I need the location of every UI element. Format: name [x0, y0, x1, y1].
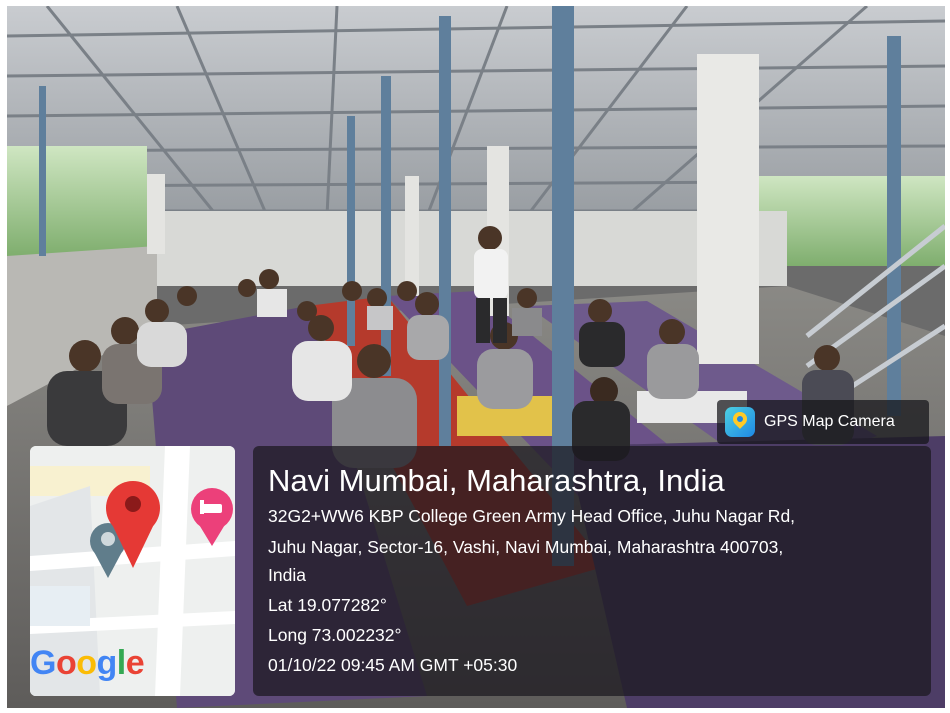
longitude-readout: Long 73.002232° — [268, 625, 402, 645]
map-thumbnail: Google — [30, 446, 235, 696]
address-line-2: Juhu Nagar, Sector-16, Vashi, Navi Mumba… — [268, 537, 784, 557]
gps-map-camera-icon — [725, 407, 755, 437]
datetime-readout: 01/10/22 09:45 AM GMT +05:30 — [268, 655, 518, 675]
address-line-1: 32G2+WW6 KBP College Green Army Head Off… — [268, 506, 796, 526]
app-badge-label: GPS Map Camera — [764, 413, 895, 430]
google-logo: Google — [30, 644, 145, 682]
location-info-panel: Navi Mumbai, Maharashtra, India 32G2+WW6… — [253, 446, 931, 696]
back-wall — [147, 211, 787, 286]
address-line-3: India — [268, 565, 306, 585]
trees-left — [7, 146, 147, 256]
place-title: Navi Mumbai, Maharashtra, India — [268, 463, 725, 498]
gps-map-camera-badge: GPS Map Camera — [717, 400, 929, 444]
latitude-readout: Lat 19.077282° — [268, 595, 387, 615]
